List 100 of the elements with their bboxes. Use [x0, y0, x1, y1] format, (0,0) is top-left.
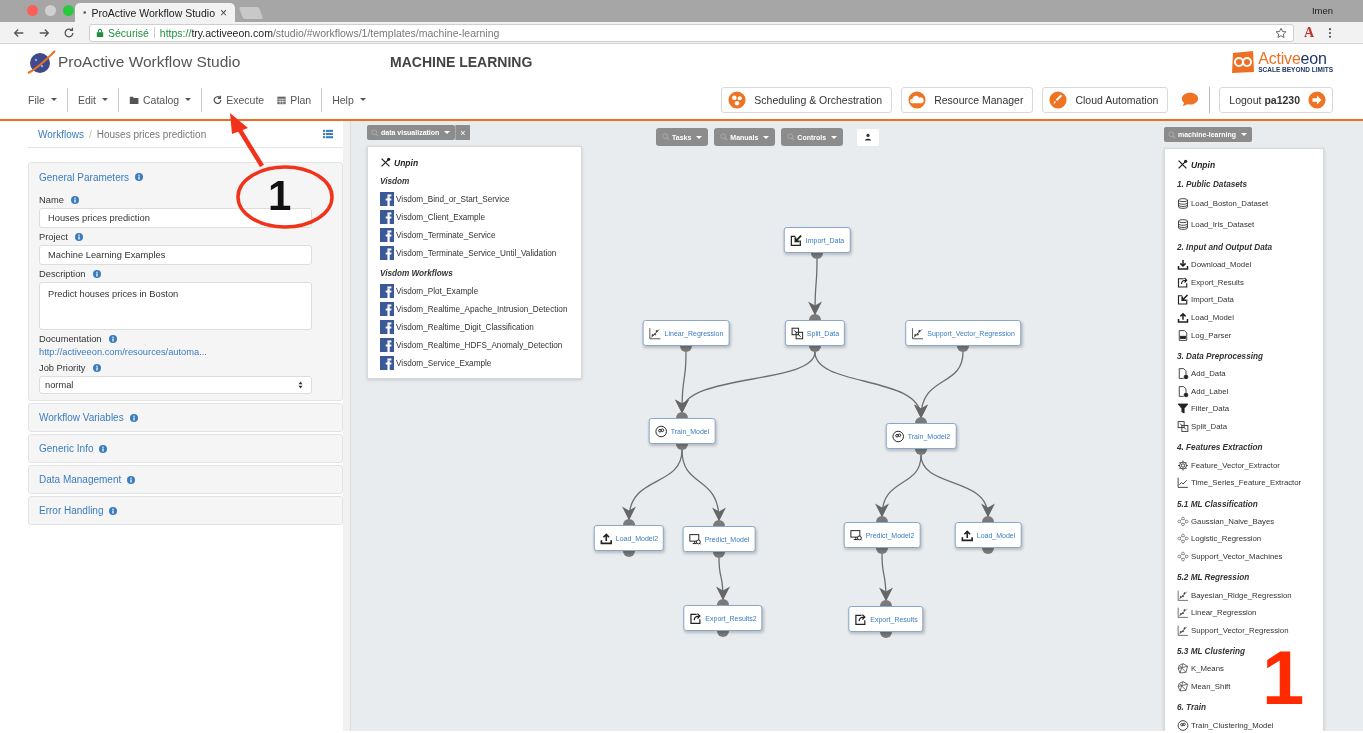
unpin-icon: [380, 157, 391, 168]
port[interactable]: [713, 552, 725, 558]
menu-item[interactable]: Plan: [276, 93, 312, 106]
back-button[interactable]: [13, 26, 25, 39]
field-label: Project: [39, 232, 68, 242]
scrollbar[interactable]: [343, 121, 351, 731]
import-icon: [789, 233, 803, 247]
portal-button[interactable]: Scheduling & Orchestration: [721, 86, 893, 113]
field-label: Job Priority: [39, 363, 86, 373]
extension-button[interactable]: A: [1304, 24, 1315, 41]
unpin-button[interactable]: Unpin: [1177, 157, 1317, 172]
port[interactable]: [915, 417, 927, 423]
palette-item[interactable]: Visdom_Plot_Example: [380, 282, 569, 300]
info-icon: [135, 173, 144, 181]
port[interactable]: [880, 600, 892, 606]
portal-button[interactable]: Cloud Automation: [1042, 86, 1169, 113]
browser-tab[interactable]: ProActive Workflow Studio ×: [75, 3, 235, 22]
palette-item[interactable]: Visdom_Terminate_Service: [380, 226, 569, 244]
logo-icon: [27, 49, 57, 75]
port[interactable]: [876, 548, 888, 554]
input-field[interactable]: Machine Learning Examples: [39, 245, 312, 265]
section-title[interactable]: Error Handling: [39, 505, 104, 516]
select-field[interactable]: normal: [39, 376, 312, 394]
port[interactable]: [713, 520, 725, 526]
menu-icon[interactable]: [1328, 26, 1333, 39]
caret-icon: [444, 131, 451, 134]
port[interactable]: [957, 346, 969, 352]
export-icon: [854, 612, 868, 626]
port[interactable]: [982, 548, 994, 554]
portal-button[interactable]: Resource Manager: [901, 86, 1034, 113]
menu-label: Plan: [290, 93, 312, 106]
group-title: 5.1 ML Classification: [1177, 499, 1259, 511]
port[interactable]: [676, 412, 688, 418]
palette-item[interactable]: Visdom_Terminate_Service_Until_Validation: [380, 244, 569, 262]
connector-arrow: [715, 557, 730, 601]
section-title[interactable]: Data Management: [39, 474, 122, 485]
line-chart-icon: [1177, 476, 1189, 490]
unpin-button[interactable]: Unpin: [380, 155, 569, 170]
menu-item[interactable]: File: [28, 93, 57, 106]
port[interactable]: [623, 519, 635, 525]
scatter-chart-icon: [1177, 606, 1189, 620]
profile-name[interactable]: Imen: [1311, 5, 1333, 16]
breadcrumb-current: Houses prices prediction: [96, 128, 207, 140]
url-text: https://try.activeeon.com/studio/#workflows/1/templates/machine-learning: [159, 26, 500, 39]
port[interactable]: [876, 516, 888, 522]
upload-icon: [960, 528, 974, 542]
documentation-link[interactable]: http://activeeon.com/resources/automa...: [39, 347, 312, 357]
close-tab-button[interactable]: ×: [220, 5, 227, 20]
menu-item[interactable]: Execute: [212, 93, 265, 106]
lock-icon: [96, 27, 104, 38]
caret-icon: [763, 135, 770, 139]
port[interactable]: [676, 444, 688, 450]
palette-item[interactable]: Visdom_Service_Example: [380, 354, 569, 372]
rocket-icon: [1049, 90, 1068, 109]
brain-icon: [891, 429, 905, 443]
forward-button[interactable]: [38, 26, 50, 39]
section-title[interactable]: Generic Info: [39, 443, 94, 454]
section-title[interactable]: Workflow Variables: [39, 412, 124, 423]
breadcrumb-link[interactable]: Workflows: [38, 128, 84, 140]
info-icon: [129, 413, 138, 422]
search-icon: [720, 133, 729, 141]
connector-arrow: [808, 258, 823, 316]
palette-item[interactable]: Visdom_Realtime_HDFS_Anomaly_Detection: [380, 336, 569, 354]
logout-button[interactable]: Logout pa1230: [1219, 86, 1333, 113]
port[interactable]: [982, 516, 994, 522]
port[interactable]: [717, 631, 729, 637]
menu-item[interactable]: Catalog: [129, 93, 192, 106]
download-icon: [1177, 258, 1189, 272]
port[interactable]: [811, 253, 823, 259]
port[interactable]: [915, 449, 927, 455]
person-icon: [864, 133, 873, 141]
palette-item[interactable]: Visdom_Bind_or_Start_Service: [380, 190, 569, 208]
port[interactable]: [809, 346, 821, 352]
palette-item[interactable]: Visdom_Client_Example: [380, 208, 569, 226]
text-area[interactable]: Predict houses prices in Boston: [39, 282, 312, 330]
port[interactable]: [717, 599, 729, 605]
search-icon: [1168, 130, 1176, 139]
chat-icon[interactable]: [1180, 90, 1201, 109]
url-field[interactable]: Sécurisé https://try.activeeon.com/studio/#workflows/1/templates/machine-learning: [89, 23, 1294, 42]
menu-item[interactable]: Help: [332, 93, 366, 106]
palette-item[interactable]: Visdom_Realtime_Digit_Classification: [380, 318, 569, 336]
section-title[interactable]: General Parameters: [39, 171, 130, 183]
search-icon: [662, 133, 670, 141]
palette-item[interactable]: Visdom_Realtime_Apache_Intrusion_Detection: [380, 300, 569, 318]
import-icon: [1177, 293, 1189, 307]
list-icon[interactable]: [323, 129, 333, 139]
brain-icon: [654, 424, 668, 438]
toggle-button[interactable]: [857, 128, 880, 146]
port[interactable]: [809, 314, 821, 320]
breadcrumb-separator: /: [88, 128, 92, 140]
port[interactable]: [680, 346, 692, 352]
star-icon[interactable]: [1275, 26, 1287, 39]
field-label: Documentation: [39, 334, 102, 344]
port[interactable]: [623, 551, 635, 557]
reload-button[interactable]: [63, 26, 75, 39]
port[interactable]: [880, 632, 892, 638]
menu-item[interactable]: Edit: [77, 93, 108, 106]
logo-icon: [380, 338, 394, 352]
info-icon: [92, 270, 101, 278]
group-title: Visdom: [380, 177, 411, 188]
